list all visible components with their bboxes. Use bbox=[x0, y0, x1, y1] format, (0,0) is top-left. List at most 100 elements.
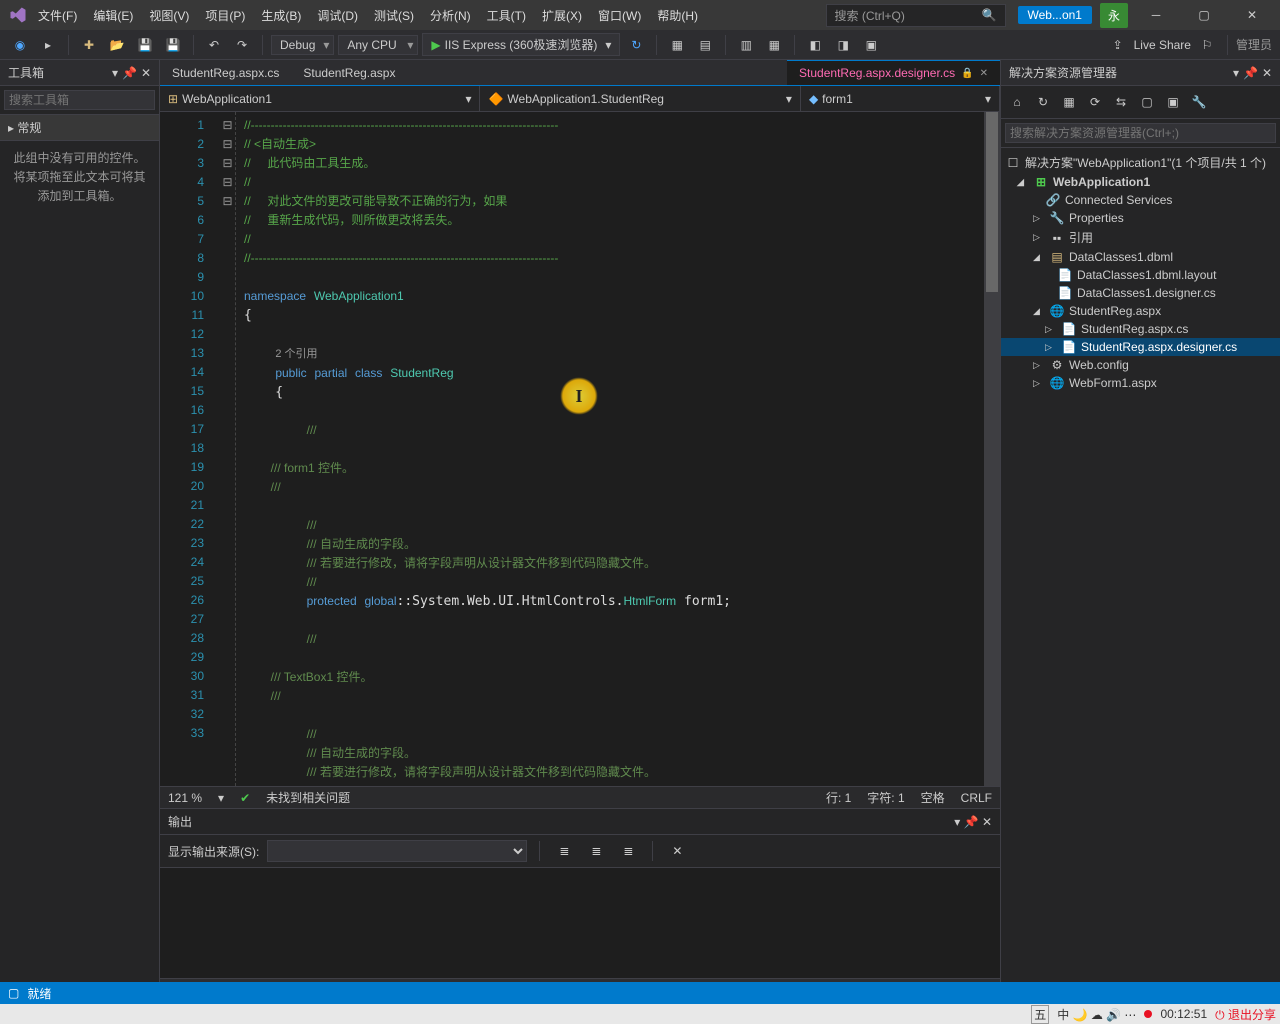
window-minimize[interactable]: ─ bbox=[1136, 0, 1176, 30]
close-icon[interactable]: ✕ bbox=[982, 815, 992, 829]
tree-dbml-layout[interactable]: 📄DataClasses1.dbml.layout bbox=[1001, 266, 1280, 284]
sln-btn-5[interactable]: ⇆ bbox=[1109, 90, 1133, 114]
menu-view[interactable]: 视图(V) bbox=[143, 3, 195, 28]
tree-connected-services[interactable]: 🔗Connected Services bbox=[1001, 191, 1280, 209]
tb-icon-2[interactable]: ▤ bbox=[693, 33, 717, 57]
output-btn-clear[interactable]: ✕ bbox=[665, 839, 689, 863]
refresh-button[interactable]: ↻ bbox=[624, 33, 648, 57]
sln-btn-7[interactable]: ▣ bbox=[1161, 90, 1185, 114]
menu-help[interactable]: 帮助(H) bbox=[651, 3, 704, 28]
toolbox-search-input[interactable] bbox=[4, 90, 155, 110]
notification-icon[interactable]: ⚐ bbox=[1195, 33, 1219, 57]
sln-btn-4[interactable]: ⟳ bbox=[1083, 90, 1107, 114]
dropdown-icon[interactable]: ▾ bbox=[112, 66, 118, 80]
tree-properties[interactable]: ▷🔧Properties bbox=[1001, 209, 1280, 227]
solution-search[interactable] bbox=[1001, 119, 1280, 148]
scrollbar-thumb[interactable] bbox=[986, 112, 998, 292]
code-content[interactable]: //--------------------------------------… bbox=[236, 112, 984, 786]
pin-icon[interactable]: 📌 bbox=[1243, 66, 1258, 80]
editor-area[interactable]: 1234567891011121314151617181920212223242… bbox=[160, 112, 1000, 786]
csproj-icon: ⊞ bbox=[1033, 175, 1049, 189]
menu-tools[interactable]: 工具(T) bbox=[481, 3, 532, 28]
fold-column[interactable]: ⊟⊟⊟⊟⊟ bbox=[220, 112, 236, 786]
close-icon[interactable]: ✕ bbox=[1262, 66, 1272, 80]
sln-btn-3[interactable]: ▦ bbox=[1057, 90, 1081, 114]
issues-text[interactable]: 未找到相关问题 bbox=[266, 789, 350, 806]
tab-studentreg-aspx[interactable]: StudentReg.aspx bbox=[291, 61, 407, 85]
output-btn-1[interactable]: ≣ bbox=[552, 839, 576, 863]
new-button[interactable]: ✚ bbox=[77, 33, 101, 57]
tree-studentreg-cs[interactable]: ▷📄StudentReg.aspx.cs bbox=[1001, 320, 1280, 338]
tb-icon-3[interactable]: ▥ bbox=[734, 33, 758, 57]
platform-dropdown[interactable]: Any CPU bbox=[338, 35, 418, 55]
sln-btn-8[interactable]: 🔧 bbox=[1187, 90, 1211, 114]
menu-debug[interactable]: 调试(D) bbox=[311, 3, 364, 28]
tree-project[interactable]: ◢⊞WebApplication1 bbox=[1001, 173, 1280, 191]
nav-back-button[interactable]: ◉ bbox=[8, 33, 32, 57]
menu-window[interactable]: 窗口(W) bbox=[592, 3, 647, 28]
cs-file-icon: 📄 bbox=[1061, 322, 1077, 336]
pin-icon[interactable]: 📌 bbox=[964, 815, 979, 829]
tree-dataclasses[interactable]: ◢▤DataClasses1.dbml bbox=[1001, 248, 1280, 266]
dropdown-icon[interactable]: ▾ bbox=[954, 815, 960, 829]
zoom-level[interactable]: 121 % bbox=[168, 791, 202, 805]
save-button[interactable]: 💾 bbox=[133, 33, 157, 57]
tree-solution-root[interactable]: ☐解决方案"WebApplication1"(1 个项目/共 1 个) bbox=[1001, 152, 1280, 173]
open-button[interactable]: 📂 bbox=[105, 33, 129, 57]
run-button[interactable]: ▶IIS Express (360极速浏览器)▾ bbox=[422, 33, 620, 56]
menu-extensions[interactable]: 扩展(X) bbox=[536, 3, 588, 28]
nav-class[interactable]: 🔶WebApplication1.StudentReg▾ bbox=[480, 86, 800, 111]
tb-icon-4[interactable]: ▦ bbox=[762, 33, 786, 57]
tree-dbml-designer[interactable]: 📄DataClasses1.designer.cs bbox=[1001, 284, 1280, 302]
menu-build[interactable]: 生成(B) bbox=[255, 3, 307, 28]
window-close[interactable]: ✕ bbox=[1232, 0, 1272, 30]
tree-webconfig[interactable]: ▷⚙Web.config bbox=[1001, 356, 1280, 374]
tab-close-icon[interactable]: ✕ bbox=[980, 68, 988, 79]
nav-member[interactable]: ◆form1▾ bbox=[801, 86, 1000, 111]
nav-forward-button[interactable]: ▸ bbox=[36, 33, 60, 57]
tree-studentreg-aspx[interactable]: ◢🌐StudentReg.aspx bbox=[1001, 302, 1280, 320]
config-dropdown[interactable]: Debug bbox=[271, 35, 334, 55]
sln-btn-2[interactable]: ↻ bbox=[1031, 90, 1055, 114]
menu-test[interactable]: 测试(S) bbox=[368, 3, 420, 28]
tb-icon-1[interactable]: ▦ bbox=[665, 33, 689, 57]
nav-project[interactable]: ⊞WebApplication1▾ bbox=[160, 86, 480, 111]
exit-share-button[interactable]: ⏻ 退出分享 bbox=[1215, 1006, 1276, 1023]
tree-webform1[interactable]: ▷🌐WebForm1.aspx bbox=[1001, 374, 1280, 392]
tree-studentreg-designer[interactable]: ▷📄StudentReg.aspx.designer.cs bbox=[1001, 338, 1280, 356]
menu-file[interactable]: 文件(F) bbox=[32, 3, 83, 28]
vertical-scrollbar[interactable]: ✚ bbox=[984, 112, 1000, 786]
menu-analyze[interactable]: 分析(N) bbox=[424, 3, 477, 28]
user-badge[interactable]: 永 bbox=[1100, 3, 1128, 28]
pin-icon[interactable]: 📌 bbox=[122, 66, 137, 80]
close-icon[interactable]: ✕ bbox=[141, 66, 151, 80]
output-source-dropdown[interactable] bbox=[267, 840, 527, 862]
solution-badge[interactable]: Web...on1 bbox=[1018, 6, 1092, 24]
output-btn-3[interactable]: ≣ bbox=[616, 839, 640, 863]
undo-button[interactable]: ↶ bbox=[202, 33, 226, 57]
sln-home-button[interactable]: ⌂ bbox=[1005, 90, 1029, 114]
ime-indicator[interactable]: 五 bbox=[1031, 1005, 1049, 1024]
tb-icon-5[interactable]: ◧ bbox=[803, 33, 827, 57]
tree-references[interactable]: ▷▪▪引用 bbox=[1001, 227, 1280, 248]
tab-studentreg-cs[interactable]: StudentReg.aspx.cs bbox=[160, 61, 291, 85]
dropdown-icon[interactable]: ▾ bbox=[1233, 66, 1239, 80]
solution-tree[interactable]: ☐解决方案"WebApplication1"(1 个项目/共 1 个) ◢⊞We… bbox=[1001, 148, 1280, 1004]
output-body[interactable] bbox=[160, 868, 1000, 978]
toolbox-search[interactable] bbox=[0, 86, 159, 115]
tb-icon-7[interactable]: ▣ bbox=[859, 33, 883, 57]
save-all-button[interactable]: 💾 bbox=[161, 33, 185, 57]
tab-studentreg-designer[interactable]: StudentReg.aspx.designer.cs🔒✕ bbox=[787, 60, 1000, 85]
menu-project[interactable]: 项目(P) bbox=[199, 3, 251, 28]
tb-icon-6[interactable]: ◨ bbox=[831, 33, 855, 57]
liveshare-label[interactable]: Live Share bbox=[1134, 38, 1191, 52]
output-btn-2[interactable]: ≣ bbox=[584, 839, 608, 863]
redo-button[interactable]: ↷ bbox=[230, 33, 254, 57]
sln-btn-6[interactable]: ▢ bbox=[1135, 90, 1159, 114]
window-restore[interactable]: ▢ bbox=[1184, 0, 1224, 30]
toolbox-section[interactable]: ▸ 常规 bbox=[0, 115, 159, 141]
solution-search-input[interactable] bbox=[1005, 123, 1276, 143]
tray-icon[interactable]: 中 🌙 ☁ 🔊 ⋯ bbox=[1057, 1006, 1136, 1023]
global-search[interactable]: 搜索 (Ctrl+Q) 🔍 bbox=[826, 4, 1006, 27]
menu-edit[interactable]: 编辑(E) bbox=[87, 3, 139, 28]
